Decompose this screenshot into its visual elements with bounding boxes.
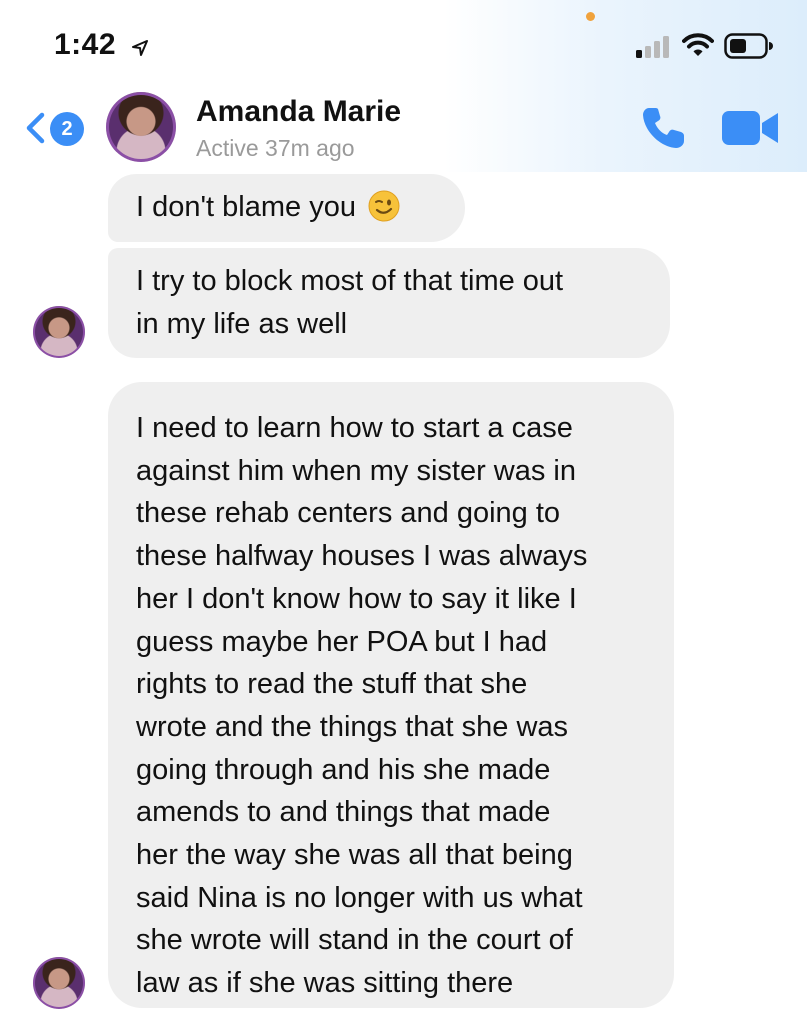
message-line: wrote and the things that she was xyxy=(136,710,569,743)
message-line: I need to learn how to start a case xyxy=(136,412,573,444)
message-line: guess maybe her POA but I had xyxy=(136,625,548,658)
message-line: these rehab centers and going to xyxy=(136,497,561,530)
message-line: she wrote will stand in the court of xyxy=(136,924,573,957)
message-bubble[interactable]: I don't blame you xyxy=(108,174,465,242)
message-line: these halfway houses I was always xyxy=(136,540,588,573)
battery-icon xyxy=(724,33,773,59)
message-line: said Nina is no longer with us what xyxy=(136,881,583,914)
cellular-signal-icon xyxy=(636,36,669,58)
location-arrow-icon xyxy=(132,40,148,56)
message-line: in my life as well xyxy=(136,307,348,340)
privacy-indicator-dot xyxy=(586,12,595,21)
message-line: going through and his she made xyxy=(136,753,551,786)
message-bubble[interactable]: I try to block most of that time out in … xyxy=(108,248,670,358)
contact-active-status: Active 37m ago xyxy=(196,135,355,161)
message-line: rights to read the stuff that she xyxy=(136,668,528,701)
message-line: law as if she was sitting there xyxy=(136,967,514,1000)
message-text: I don't blame you xyxy=(136,191,356,223)
message-line: amends to and things that made xyxy=(136,796,551,829)
winking-face-emoji xyxy=(368,190,400,222)
video-camera-icon[interactable] xyxy=(722,110,780,146)
contact-avatar[interactable] xyxy=(106,92,176,162)
message-line: I try to block most of that time out xyxy=(136,265,564,297)
back-chevron-icon xyxy=(26,112,45,144)
message-line: her I don't know how to say it like I xyxy=(136,582,577,615)
sender-avatar[interactable] xyxy=(33,957,85,1009)
status-time: 1:42 xyxy=(54,28,117,61)
sender-avatar[interactable] xyxy=(33,306,85,358)
contact-name[interactable]: Amanda Marie xyxy=(196,95,401,129)
message-line: her the way she was all that being xyxy=(136,839,573,872)
message-bubble[interactable]: I need to learn how to start a case agai… xyxy=(108,382,674,1008)
message-line: against him when my sister was in xyxy=(136,454,576,487)
unread-count-badge[interactable]: 2 xyxy=(50,112,84,146)
phone-icon[interactable] xyxy=(640,105,690,151)
wifi-icon xyxy=(682,33,714,56)
